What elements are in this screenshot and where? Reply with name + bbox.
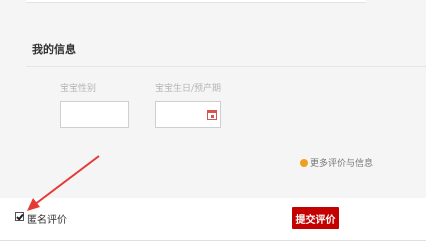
content-panel: 我的信息 宝宝性别 宝宝生日/预产期 更多评价与信息 <box>0 0 426 198</box>
more-info-link[interactable]: 更多评价与信息 <box>300 156 373 169</box>
section-title: 我的信息 <box>32 43 76 56</box>
footer-divider <box>0 240 426 241</box>
anonymous-checkbox[interactable] <box>15 212 24 221</box>
gender-label: 宝宝性别 <box>60 84 97 94</box>
info-dot-icon <box>300 158 308 167</box>
calendar-icon[interactable] <box>207 110 217 120</box>
anonymous-label[interactable]: 匿名评价 <box>27 211 67 226</box>
submit-review-button[interactable]: 提交评价 <box>292 207 339 229</box>
birth-label: 宝宝生日/预产期 <box>155 84 222 94</box>
birth-date-input[interactable] <box>155 101 221 128</box>
more-info-label: 更多评价与信息 <box>310 159 374 169</box>
previous-section-box <box>26 0 366 3</box>
gender-select[interactable] <box>60 101 129 128</box>
section-divider <box>26 66 426 67</box>
